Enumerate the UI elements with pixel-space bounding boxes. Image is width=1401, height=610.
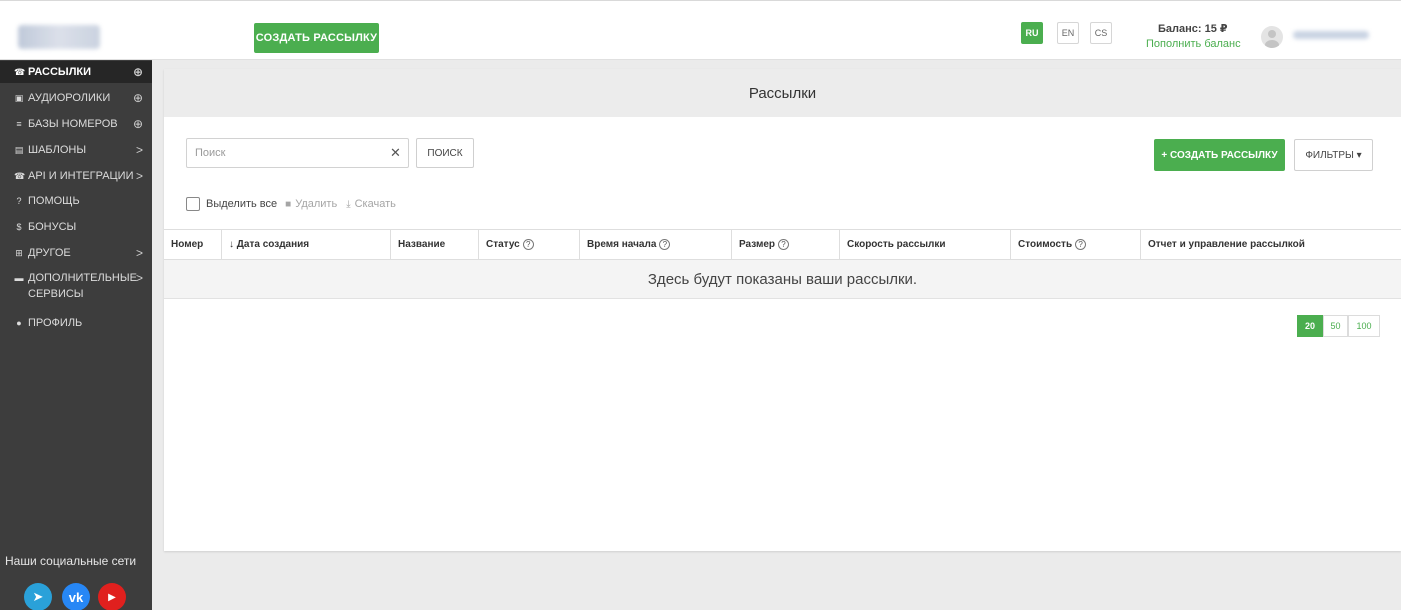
- delete-button[interactable]: ■ Удалить: [285, 198, 337, 210]
- sidebar-item-label: ШАБЛОНЫ: [28, 144, 87, 156]
- sidebar-item-label: АУДИОРОЛИКИ: [28, 92, 111, 104]
- page-size-50-button[interactable]: 50: [1323, 315, 1348, 337]
- top-header: СОЗДАТЬ РАССЫЛКУ RU EN CS Баланс: 15 ₽ П…: [0, 0, 1401, 60]
- filters-dropdown-button[interactable]: ФИЛЬТРЫ ▾: [1294, 139, 1373, 171]
- column-start-time[interactable]: Время начала?: [579, 230, 731, 259]
- lang-en-button[interactable]: EN: [1057, 22, 1079, 44]
- column-size[interactable]: Размер?: [731, 230, 839, 259]
- column-status[interactable]: Статус?: [478, 230, 579, 259]
- download-icon: ⤓: [346, 198, 351, 210]
- telegram-icon[interactable]: ➤: [24, 583, 52, 610]
- help-icon[interactable]: ?: [522, 239, 534, 250]
- question-icon: ?: [16, 196, 22, 206]
- create-mailing-top-button[interactable]: СОЗДАТЬ РАССЫЛКУ: [254, 23, 379, 53]
- delete-label: Удалить: [295, 198, 338, 210]
- templates-icon: ▤: [14, 144, 24, 155]
- sidebar-item-templates[interactable]: ▤ ШАБЛОНЫ >: [0, 139, 152, 161]
- column-label: Стоимость: [1018, 239, 1073, 250]
- audio-file-icon: ▣: [14, 92, 24, 103]
- sidebar-item-other[interactable]: ⊞ ДРУГОЕ >: [0, 242, 152, 264]
- balance-text: Баланс: 15 ₽: [1158, 23, 1228, 35]
- create-mailing-button[interactable]: + СОЗДАТЬ РАССЫЛКУ: [1154, 139, 1285, 171]
- column-cost[interactable]: Стоимость?: [1010, 230, 1140, 259]
- help-icon[interactable]: ?: [778, 239, 790, 250]
- column-label: Отчет и управление рассылкой: [1148, 239, 1305, 250]
- add-icon[interactable]: ⊕: [133, 91, 143, 105]
- column-label: Название: [398, 239, 446, 250]
- grid-icon: ⊞: [15, 247, 23, 258]
- column-report[interactable]: Отчет и управление рассылкой: [1140, 230, 1401, 259]
- chevron-right-icon: >: [135, 246, 143, 260]
- column-label: ↓ Дата создания: [229, 239, 310, 250]
- sidebar-item-label: ПОМОЩЬ: [28, 195, 80, 207]
- column-label: Размер: [739, 239, 776, 250]
- bulk-actions: Выделить все ■ Удалить ⤓ Скачать: [186, 197, 405, 211]
- select-all-label[interactable]: Выделить все: [206, 198, 277, 210]
- empty-table-message: Здесь будут показаны ваши рассылки.: [164, 260, 1401, 299]
- column-speed[interactable]: Скорость рассылки: [839, 230, 1010, 259]
- download-button[interactable]: ⤓ Скачать: [346, 198, 396, 210]
- search-button[interactable]: ПОИСК: [416, 138, 474, 168]
- youtube-icon[interactable]: ▶: [98, 583, 126, 610]
- sidebar-item-label: ПРОФИЛЬ: [28, 317, 83, 329]
- sidebar-item-audio[interactable]: ▣ АУДИОРОЛИКИ ⊕: [0, 87, 152, 109]
- lang-ru-button[interactable]: RU: [1021, 22, 1043, 44]
- trash-icon: ■: [285, 198, 292, 210]
- vk-icon[interactable]: vk: [62, 583, 90, 610]
- table-header: Номер ↓ Дата создания Название Статус? В…: [164, 229, 1401, 260]
- chevron-right-icon: >: [135, 143, 143, 157]
- lang-cs-button[interactable]: CS: [1090, 22, 1112, 44]
- sidebar-item-help[interactable]: ? ПОМОЩЬ: [0, 190, 152, 212]
- chevron-right-icon: >: [135, 169, 143, 183]
- topup-link[interactable]: Пополнить баланс: [1146, 38, 1241, 50]
- phone-icon: ☎: [14, 66, 26, 77]
- sidebar-item-label: ДРУГОЕ: [28, 247, 71, 259]
- username-blurred[interactable]: [1293, 31, 1369, 39]
- sidebar-item-extra-services[interactable]: ▬ ДОПОЛНИТЕЛЬНЫЕ СЕРВИСЫ >: [0, 266, 144, 302]
- sidebar-item-bonuses[interactable]: $ БОНУСЫ: [0, 216, 152, 238]
- column-label: Статус: [486, 239, 520, 250]
- social-title: Наши социальные сети: [5, 554, 137, 568]
- column-created-date[interactable]: ↓ Дата создания: [221, 230, 390, 259]
- api-icon: ☎: [14, 170, 26, 181]
- page-title: Рассылки: [164, 69, 1401, 117]
- user-icon: ●: [16, 318, 22, 328]
- search-input[interactable]: [186, 138, 409, 168]
- close-icon[interactable]: ✕: [390, 145, 401, 161]
- column-number[interactable]: Номер: [164, 230, 221, 259]
- card-icon: ▬: [14, 273, 24, 283]
- sidebar-item-label: БАЗЫ НОМЕРОВ: [28, 118, 118, 130]
- logo[interactable]: [18, 25, 100, 49]
- sidebar-item-label: API И ИНТЕГРАЦИИ: [28, 170, 134, 182]
- help-icon[interactable]: ?: [1075, 239, 1087, 250]
- page-size-100-button[interactable]: 100: [1348, 315, 1380, 337]
- select-all-checkbox[interactable]: [186, 197, 200, 211]
- sidebar-item-label: РАССЫЛКИ: [28, 66, 92, 78]
- sidebar-item-label: БОНУСЫ: [28, 221, 77, 233]
- database-icon: ≡: [16, 119, 22, 129]
- download-label: Скачать: [354, 198, 396, 210]
- add-icon[interactable]: ⊕: [133, 117, 143, 131]
- sidebar-item-label: ДОПОЛНИТЕЛЬНЫЕ СЕРВИСЫ: [28, 272, 137, 300]
- column-label: Скорость рассылки: [847, 239, 946, 250]
- column-label: Время начала: [587, 239, 657, 250]
- avatar[interactable]: [1261, 26, 1283, 48]
- mailings-panel: Рассылки ✕ ПОИСК + СОЗДАТЬ РАССЫЛКУ ФИЛЬ…: [164, 69, 1401, 551]
- sidebar-item-mailings[interactable]: ☎ РАССЫЛКИ ⊕: [0, 61, 152, 83]
- column-name[interactable]: Название: [390, 230, 478, 259]
- dollar-icon: $: [16, 222, 22, 232]
- page-size-20-button[interactable]: 20: [1297, 315, 1323, 337]
- chevron-right-icon: >: [135, 271, 143, 285]
- help-icon[interactable]: ?: [659, 239, 671, 250]
- sidebar-item-profile[interactable]: ● ПРОФИЛЬ: [0, 312, 152, 334]
- sidebar-item-databases[interactable]: ≡ БАЗЫ НОМЕРОВ ⊕: [0, 113, 152, 135]
- sidebar-item-api[interactable]: ☎ API И ИНТЕГРАЦИИ >: [0, 165, 152, 187]
- sidebar: ☎ РАССЫЛКИ ⊕ ▣ АУДИОРОЛИКИ ⊕ ≡ БАЗЫ НОМЕ…: [0, 60, 152, 610]
- add-icon[interactable]: ⊕: [133, 65, 143, 79]
- column-label: Номер: [171, 239, 204, 250]
